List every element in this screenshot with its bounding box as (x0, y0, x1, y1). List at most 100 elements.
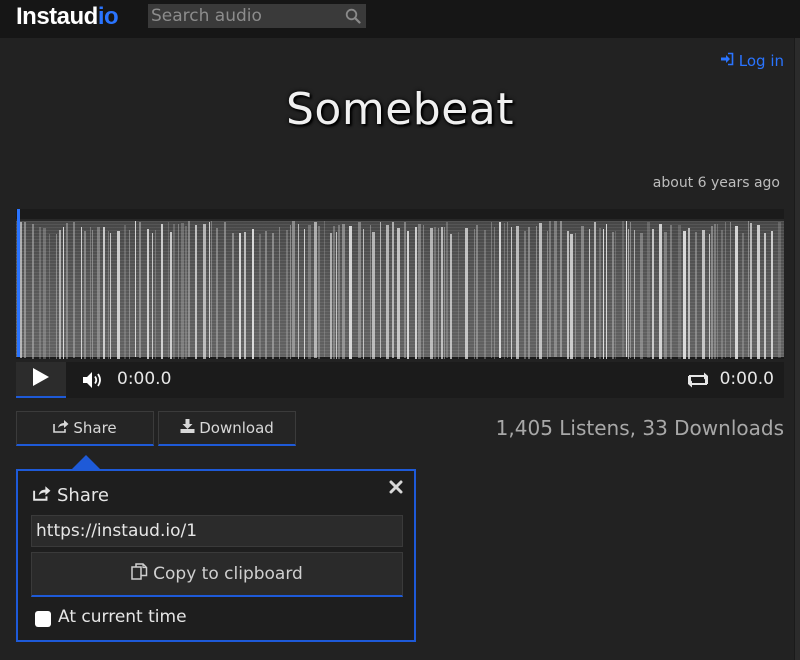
spectrogram-streak (147, 229, 149, 359)
spectrogram-streak (224, 222, 226, 358)
spectrogram-streak (474, 229, 475, 359)
spectrogram-streak (575, 233, 576, 359)
spectrogram-streak (392, 222, 394, 358)
at-current-time-checkbox[interactable] (35, 611, 51, 627)
spectrogram-streak (415, 227, 417, 359)
spectrogram-streak (622, 221, 624, 357)
spectrogram-streak (308, 225, 311, 359)
spectrogram-streak (188, 221, 190, 357)
spectrogram-streak (594, 222, 596, 358)
download-icon (180, 419, 195, 437)
spectrogram-streak (349, 226, 352, 359)
logo-text-accent: io (97, 3, 119, 30)
spectrogram-streak (290, 225, 291, 359)
spectrogram-streak (757, 225, 760, 359)
spectrogram-streak (244, 232, 246, 359)
spectrogram-streak (358, 222, 361, 358)
spectrogram-streak (342, 224, 345, 359)
copy-to-clipboard-button[interactable]: Copy to clipboard (31, 552, 403, 597)
spectrogram-streak (333, 226, 335, 359)
spectrogram-streak (603, 229, 604, 359)
playhead[interactable] (17, 209, 20, 357)
spectrogram-streak (330, 233, 332, 359)
spectrogram-streak (195, 225, 197, 359)
spectrogram-streak (688, 228, 690, 359)
spectrogram-streak (338, 225, 340, 359)
spectrogram-streak (494, 227, 495, 359)
login-link[interactable]: Log in (720, 52, 784, 70)
spectrogram-streak (372, 232, 375, 359)
spectrogram-streak (476, 225, 478, 359)
spectrogram-streak (43, 228, 46, 359)
spectrogram-streak (259, 234, 261, 359)
search-icon[interactable] (340, 4, 366, 28)
spectrogram-streak (170, 232, 172, 359)
share-button[interactable]: Share (16, 411, 154, 446)
spectrogram-streak (66, 223, 68, 359)
spectrogram-streak (547, 231, 548, 359)
waveform-spectrogram[interactable] (16, 209, 784, 359)
spectrogram-streak (97, 227, 100, 359)
spectrogram-streak (711, 226, 713, 359)
spectrogram-streak (430, 228, 433, 359)
spectrogram-streak (110, 233, 111, 359)
share-icon (33, 485, 51, 506)
spectrogram-streak (742, 233, 744, 359)
close-icon[interactable] (389, 479, 405, 495)
play-button[interactable] (16, 362, 66, 398)
spectrogram-streak (32, 224, 34, 359)
spectrogram-streak (750, 223, 752, 359)
spectrogram-streak (336, 232, 337, 359)
spectrogram-streak (511, 227, 512, 359)
share-panel-title-text: Share (57, 485, 109, 506)
loop-icon[interactable] (686, 371, 710, 389)
spectrogram-streak (615, 231, 616, 359)
download-button[interactable]: Download (158, 411, 296, 446)
spectrogram-streak (599, 228, 601, 359)
spectrogram-streak (678, 225, 681, 359)
login-label: Log in (738, 52, 784, 70)
spectrogram-streak (304, 229, 305, 359)
spectrogram-streak (286, 230, 288, 359)
spectrogram-streak (407, 231, 409, 359)
spectrogram-streak (446, 222, 448, 358)
spectrogram-streak (764, 233, 766, 359)
volume-icon[interactable] (82, 370, 104, 390)
spectrogram-streak (458, 232, 459, 359)
spectrogram-streak (211, 221, 212, 357)
spectrogram-streak (664, 232, 667, 359)
spectrogram-streak (298, 224, 299, 359)
share-url-field[interactable] (31, 515, 403, 547)
share-popover-caret (72, 455, 100, 469)
spectrogram-streak (628, 229, 629, 359)
spectrogram-streak (108, 231, 109, 359)
spectrogram-streak (640, 233, 643, 359)
spectrogram-streak (155, 230, 156, 359)
spectrogram-streak (612, 232, 614, 359)
logo[interactable]: Instaudio (16, 3, 119, 31)
spectrogram-streak (103, 227, 105, 359)
spectrogram-streak (484, 230, 486, 359)
spectrogram-streak (324, 221, 325, 357)
spectrogram-streak (507, 222, 508, 358)
spectrogram-streak (90, 227, 91, 359)
player-controls: 0:00.0 0:00.0 (16, 362, 784, 398)
spectrogram-streak (465, 228, 468, 359)
share-icon (53, 419, 69, 437)
spectrogram-streak (20, 222, 22, 358)
listen-download-stats: 1,405 Listens, 33 Downloads (495, 416, 784, 440)
spectrogram-streak (318, 226, 320, 359)
spectrogram-streak (239, 233, 241, 359)
spectrogram-streak (92, 230, 93, 359)
spectrogram-streak (173, 224, 175, 359)
spectrogram-streak (499, 222, 501, 358)
spectrogram-streak (748, 221, 749, 357)
spectrogram-streak (418, 224, 421, 359)
spectrogram-streak (630, 222, 631, 358)
spectrogram-streak (714, 224, 716, 359)
share-button-label: Share (73, 419, 117, 437)
spectrogram-streak (683, 231, 686, 359)
spectrogram-streak (24, 222, 26, 358)
search-input[interactable] (148, 4, 340, 28)
clipboard-icon (131, 563, 148, 585)
